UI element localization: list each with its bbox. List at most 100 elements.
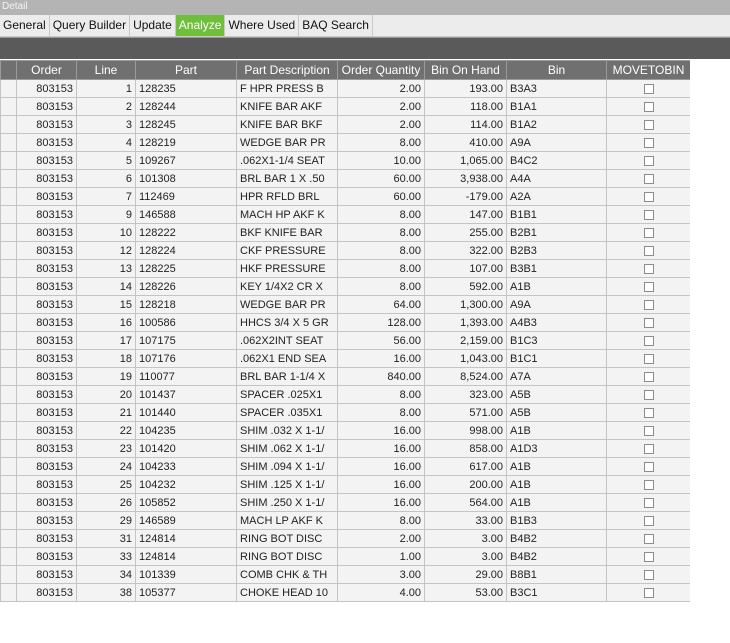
cell-order[interactable]: 803153 bbox=[16, 115, 77, 134]
row-selector[interactable] bbox=[0, 349, 17, 368]
cell-order-quantity[interactable]: 8.00 bbox=[337, 205, 425, 224]
cell-bin[interactable]: A1B bbox=[506, 493, 607, 512]
movetobin-checkbox[interactable] bbox=[643, 371, 654, 382]
cell-part[interactable]: 128225 bbox=[135, 259, 237, 278]
movetobin-checkbox[interactable] bbox=[643, 191, 654, 202]
table-row[interactable]: 803153 21 101440 SPACER .035X1 8.00 571.00 A5B bbox=[0, 403, 690, 422]
movetobin-checkbox[interactable] bbox=[643, 83, 654, 94]
cell-order-quantity[interactable]: 4.00 bbox=[337, 583, 425, 602]
cell-line[interactable]: 18 bbox=[76, 349, 136, 368]
movetobin-checkbox[interactable] bbox=[643, 569, 654, 580]
cell-part-description[interactable]: WEDGE BAR PR bbox=[236, 133, 338, 152]
movetobin-checkbox[interactable] bbox=[643, 497, 654, 508]
cell-bin-on-hand[interactable]: -179.00 bbox=[424, 187, 507, 206]
cell-order[interactable]: 803153 bbox=[16, 421, 77, 440]
table-row[interactable]: 803153 18 107176.062X1 END SEA 16.00 1,043.0… bbox=[0, 349, 690, 368]
table-row[interactable]: 803153 1 128235 F HPR PRESS B 2.00 193.00 B3A3 bbox=[0, 79, 690, 98]
tab-query-builder[interactable]: Query Builder bbox=[50, 15, 131, 36]
cell-order-quantity[interactable]: 60.00 bbox=[337, 169, 425, 188]
cell-order[interactable]: 803153 bbox=[16, 79, 77, 98]
table-row[interactable]: 803153 17 107175.062X2INT SEAT 56.00 2,159.0… bbox=[0, 331, 690, 350]
cell-bin[interactable]: A1B bbox=[506, 277, 607, 296]
cell-order[interactable]: 803153 bbox=[16, 439, 77, 458]
cell-part[interactable]: 104235 bbox=[135, 421, 237, 440]
cell-bin[interactable]: B1C1 bbox=[506, 349, 607, 368]
cell-part-description[interactable]: COMB CHK & TH bbox=[236, 565, 338, 584]
table-row[interactable]: 803153 31 124814 RING BOT DISC 2.00 3.00 B4B2 bbox=[0, 529, 690, 548]
cell-part[interactable]: 128235 bbox=[135, 79, 237, 98]
movetobin-checkbox[interactable] bbox=[643, 443, 654, 454]
cell-part-description[interactable]: SPACER .025X1 bbox=[236, 385, 338, 404]
cell-part-description[interactable]: BKF KNIFE BAR bbox=[236, 223, 338, 242]
cell-bin[interactable]: B2B3 bbox=[506, 241, 607, 260]
cell-part-description[interactable]: SHIM .250 X 1-1/ bbox=[236, 493, 338, 512]
cell-part-description[interactable]: .062X1-1/4 SEAT bbox=[236, 151, 338, 170]
table-row[interactable]: 803153 23 101420 SHIM .062 X 1-1/16.00 858.0… bbox=[0, 439, 690, 458]
cell-order-quantity[interactable]: 16.00 bbox=[337, 421, 425, 440]
cell-part-description[interactable]: WEDGE BAR PR bbox=[236, 295, 338, 314]
row-selector[interactable] bbox=[0, 205, 17, 224]
cell-part-description[interactable]: RING BOT DISC bbox=[236, 547, 338, 566]
cell-bin[interactable]: A9A bbox=[506, 133, 607, 152]
movetobin-checkbox[interactable] bbox=[643, 461, 654, 472]
cell-bin-on-hand[interactable]: 114.00 bbox=[424, 115, 507, 134]
cell-bin-on-hand[interactable]: 617.00 bbox=[424, 457, 507, 476]
row-selector-header[interactable] bbox=[0, 60, 17, 80]
cell-line[interactable]: 17 bbox=[76, 331, 136, 350]
cell-order-quantity[interactable]: 10.00 bbox=[337, 151, 425, 170]
cell-bin-on-hand[interactable]: 571.00 bbox=[424, 403, 507, 422]
cell-order[interactable]: 803153 bbox=[16, 457, 77, 476]
cell-order[interactable]: 803153 bbox=[16, 511, 77, 530]
cell-bin[interactable]: A1D3 bbox=[506, 439, 607, 458]
cell-part[interactable]: 146588 bbox=[135, 205, 237, 224]
cell-order[interactable]: 803153 bbox=[16, 349, 77, 368]
cell-order-quantity[interactable]: 16.00 bbox=[337, 475, 425, 494]
cell-bin[interactable]: B4B2 bbox=[506, 547, 607, 566]
cell-bin[interactable]: B2B1 bbox=[506, 223, 607, 242]
row-selector[interactable] bbox=[0, 313, 17, 332]
row-selector[interactable] bbox=[0, 223, 17, 242]
table-row[interactable]: 803153 13 128225 HKF PRESSURE 8.00 107.00 B3B1 bbox=[0, 259, 690, 278]
cell-part[interactable]: 101420 bbox=[135, 439, 237, 458]
cell-part[interactable]: 146589 bbox=[135, 511, 237, 530]
cell-order[interactable]: 803153 bbox=[16, 493, 77, 512]
cell-order-quantity[interactable]: 8.00 bbox=[337, 385, 425, 404]
cell-bin-on-hand[interactable]: 998.00 bbox=[424, 421, 507, 440]
movetobin-checkbox[interactable] bbox=[643, 587, 654, 598]
table-row[interactable]: 803153 7 112469 HPR RFLD BRL 60.00 -179.00 A2A bbox=[0, 187, 690, 206]
movetobin-checkbox[interactable] bbox=[643, 533, 654, 544]
table-row[interactable]: 803153 9 146588 MACH HP AKF K 8.00 147.00 B1B1 bbox=[0, 205, 690, 224]
cell-order-quantity[interactable]: 8.00 bbox=[337, 259, 425, 278]
cell-part[interactable]: 124814 bbox=[135, 529, 237, 548]
cell-part-description[interactable]: KNIFE BAR BKF bbox=[236, 115, 338, 134]
cell-part-description[interactable]: SHIM .032 X 1-1/ bbox=[236, 421, 338, 440]
cell-bin-on-hand[interactable]: 29.00 bbox=[424, 565, 507, 584]
movetobin-checkbox[interactable] bbox=[643, 407, 654, 418]
cell-part-description[interactable]: KEY 1/4X2 CR X bbox=[236, 277, 338, 296]
movetobin-checkbox[interactable] bbox=[643, 551, 654, 562]
cell-bin-on-hand[interactable]: 118.00 bbox=[424, 97, 507, 116]
cell-bin-on-hand[interactable]: 592.00 bbox=[424, 277, 507, 296]
cell-order-quantity[interactable]: 16.00 bbox=[337, 457, 425, 476]
movetobin-checkbox[interactable] bbox=[643, 137, 654, 148]
cell-order[interactable]: 803153 bbox=[16, 547, 77, 566]
row-selector[interactable] bbox=[0, 97, 17, 116]
movetobin-checkbox[interactable] bbox=[643, 281, 654, 292]
cell-part-description[interactable]: SHIM .125 X 1-1/ bbox=[236, 475, 338, 494]
table-row[interactable]: 803153 34 101339 COMB CHK & TH 3.00 29.00 B8B1 bbox=[0, 565, 690, 584]
tab-analyze[interactable]: Analyze bbox=[175, 15, 226, 36]
cell-bin[interactable]: B4B2 bbox=[506, 529, 607, 548]
cell-bin-on-hand[interactable]: 147.00 bbox=[424, 205, 507, 224]
cell-part[interactable]: 109267 bbox=[135, 151, 237, 170]
cell-order[interactable]: 803153 bbox=[16, 403, 77, 422]
cell-line[interactable]: 13 bbox=[76, 259, 136, 278]
cell-order[interactable]: 803153 bbox=[16, 529, 77, 548]
cell-line[interactable]: 5 bbox=[76, 151, 136, 170]
cell-order-quantity[interactable]: 128.00 bbox=[337, 313, 425, 332]
cell-bin-on-hand[interactable]: 3.00 bbox=[424, 529, 507, 548]
column-header-bin[interactable]: Bin bbox=[506, 60, 607, 80]
cell-part-description[interactable]: MACH LP AKF K bbox=[236, 511, 338, 530]
movetobin-checkbox[interactable] bbox=[643, 227, 654, 238]
cell-line[interactable]: 25 bbox=[76, 475, 136, 494]
movetobin-checkbox[interactable] bbox=[643, 101, 654, 112]
